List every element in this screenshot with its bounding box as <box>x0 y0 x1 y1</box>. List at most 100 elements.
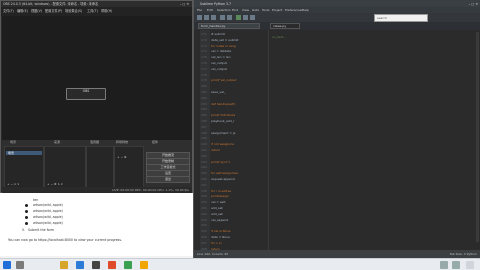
open-file-icon[interactable] <box>204 15 209 20</box>
obs-logo: OBS <box>66 88 106 100</box>
code-line: request.append <box>211 177 235 181</box>
controls-header: 控件 <box>152 140 159 144</box>
menu-tools[interactable]: 工具(T) <box>87 9 98 13</box>
doc-line: wilson(wild, apple) <box>33 215 63 219</box>
doc-line: ten <box>33 198 39 202</box>
code-line: val = listdata <box>211 49 232 54</box>
mixer-panel <box>86 146 114 188</box>
line-number: 191 <box>201 148 207 152</box>
line-number: 185 <box>201 113 207 118</box>
line-number: 204 <box>201 223 207 228</box>
browser-icon[interactable] <box>76 261 84 269</box>
bullet-icon <box>25 210 28 213</box>
file-explorer-icon[interactable] <box>60 261 68 269</box>
code-line: add_set <box>211 206 223 210</box>
code-line: if not assignme <box>211 142 235 147</box>
menu-find[interactable]: Find <box>232 8 238 12</box>
network-icon[interactable] <box>440 261 448 269</box>
search-icon[interactable] <box>16 261 24 269</box>
obs-icon[interactable] <box>92 261 100 269</box>
undo-icon[interactable] <box>220 15 225 20</box>
editor-right-pane[interactable]: no_text... <box>268 30 480 250</box>
code-line: add_set <box>211 211 223 216</box>
document-area: ten wilson(wild, apple) wilson(wild, app… <box>0 193 193 256</box>
preview-canvas[interactable]: OBS <box>2 16 192 140</box>
debug-icon[interactable] <box>243 15 248 20</box>
code-line: print("val_output <box>211 78 237 83</box>
menu-profile[interactable]: 配置文件(P) <box>45 9 62 13</box>
line-number: 192 <box>201 153 207 158</box>
code-line: print(assign <box>211 194 229 199</box>
doc-line: You can now go to https://localhost:8000… <box>8 238 122 242</box>
line-number: 172 <box>201 37 207 42</box>
bullet-icon <box>25 222 28 225</box>
line-number: 171 <box>201 32 207 36</box>
line-number: 189 <box>201 136 207 141</box>
code-pane[interactable]: # submit data_set = submit for index in ra… <box>210 30 266 250</box>
tab-views[interactable]: views.py <box>270 23 300 29</box>
scene-item[interactable]: 场景 <box>6 151 42 155</box>
save-icon[interactable] <box>211 15 216 20</box>
tab-label: form_handler.py <box>201 24 226 28</box>
code-line: val_output <box>211 61 227 65</box>
volume-icon[interactable] <box>452 261 460 269</box>
editor-toolbar <box>194 13 480 22</box>
menu-view[interactable]: View <box>242 8 249 12</box>
new-file-icon[interactable] <box>197 15 202 20</box>
bullet-icon <box>25 216 28 219</box>
transition-add-button[interactable]: + − ⚙ <box>117 155 127 159</box>
menu-help[interactable]: 帮助(H) <box>101 9 112 13</box>
code-line: data_set = submit <box>211 37 239 42</box>
line-number: 183 <box>201 101 207 106</box>
menu-selection[interactable]: Selection <box>217 8 231 12</box>
code-line: print("sync") <box>211 159 231 164</box>
line-number: 187 <box>201 124 207 129</box>
line-number: 186 <box>201 119 207 123</box>
menu-edit[interactable]: Edit <box>207 8 213 12</box>
tab-form-handler[interactable]: form_handler.py <box>198 23 260 29</box>
doc-line: Submit the form <box>28 228 54 232</box>
right-code-line: no_text... <box>272 35 287 39</box>
menu-project[interactable]: Project <box>272 8 282 12</box>
doc-step-label: 5. <box>22 228 26 232</box>
menu-help[interactable]: Help <box>302 8 309 12</box>
redo-icon[interactable] <box>227 15 232 20</box>
code-line: val = self. <box>211 200 226 205</box>
run-icon[interactable] <box>236 15 241 20</box>
line-number: 179 <box>201 78 207 83</box>
menu-file[interactable]: 文件(F) <box>3 9 14 13</box>
menu-goto[interactable]: Goto <box>252 8 259 12</box>
app-icon[interactable] <box>124 261 132 269</box>
clock-icon[interactable] <box>466 261 474 269</box>
menu-scene-collection[interactable]: 场景集合(S) <box>65 9 82 13</box>
exit-button[interactable]: 退出 <box>146 176 190 183</box>
line-number: 202 <box>201 211 207 216</box>
scenes-panel: 场景 + − ∧ ∨ <box>4 146 44 188</box>
settings-icon[interactable] <box>250 15 255 20</box>
scene-add-button[interactable]: + − ∧ ∨ <box>7 182 19 186</box>
source-add-button[interactable]: + − ⚙ ∧ ∨ <box>47 182 63 186</box>
search-input[interactable]: search <box>374 14 428 22</box>
menu-preferences[interactable]: Preferences <box>285 8 303 12</box>
line-number: 174 <box>201 49 207 54</box>
editor-window-controls[interactable]: – □ ✕ <box>469 2 478 6</box>
menu-view[interactable]: 视图(V) <box>31 9 42 13</box>
start-icon[interactable] <box>3 261 11 269</box>
sublime-icon[interactable] <box>140 261 148 269</box>
editor-window: Sublime Python 3.7 – □ ✕ File Edit Selec… <box>193 0 480 258</box>
code-line: assignment = js <box>211 130 236 135</box>
scrollbar[interactable] <box>476 32 479 242</box>
doc-line: wilson(wild, apple) <box>33 209 63 213</box>
window-controls[interactable]: – □ ✕ <box>180 2 189 6</box>
line-number: 201 <box>201 206 207 210</box>
code-line: for i in self.as <box>211 188 231 193</box>
menu-tools[interactable]: Tools <box>262 8 269 12</box>
code-line: def handle(self): <box>211 101 236 106</box>
menu-edit[interactable]: 编辑(E) <box>17 9 28 13</box>
menu-file[interactable]: File <box>197 8 202 12</box>
app-icon[interactable] <box>108 261 116 269</box>
line-number: 195 <box>201 171 207 176</box>
line-number: 197 <box>201 182 207 187</box>
editor-title-bar: Sublime Python 3.7 – □ ✕ <box>194 0 480 7</box>
code-line: val_output <box>211 66 227 71</box>
